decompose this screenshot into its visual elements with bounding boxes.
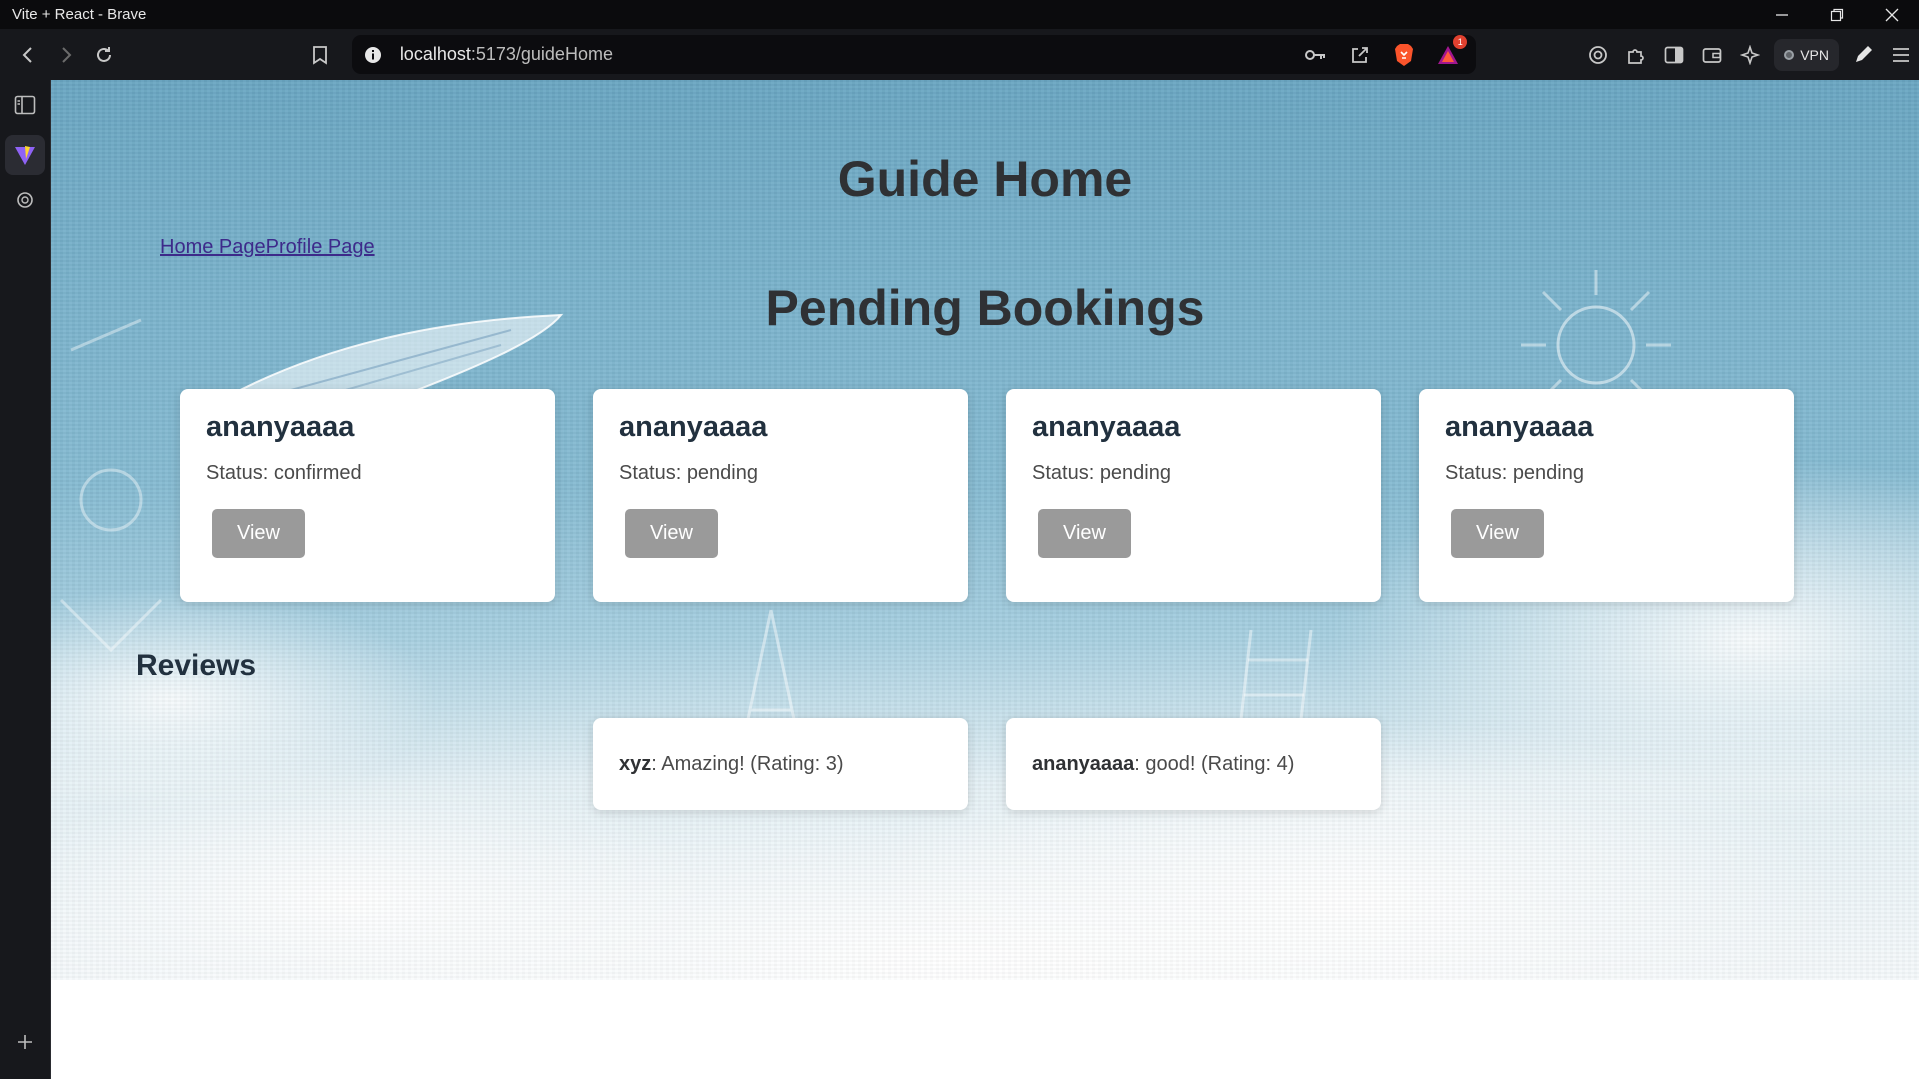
back-arrow-icon bbox=[22, 46, 32, 63]
window-title: Vite + React - Brave bbox=[12, 6, 147, 23]
reviews-title: Reviews bbox=[136, 649, 257, 682]
vite-logo-icon bbox=[15, 146, 35, 165]
sparkle-icon bbox=[1740, 44, 1761, 65]
brave-lion-icon bbox=[1395, 43, 1414, 66]
reload-button[interactable] bbox=[86, 37, 122, 73]
booking-cards: ananyaaaa Status: confirmed View ananyaa… bbox=[180, 389, 1794, 602]
share-icon bbox=[1352, 46, 1369, 63]
leo-ai-button[interactable] bbox=[1732, 37, 1768, 73]
review-cards: xyz: Amazing! (Rating: 3) ananyaaaa: goo… bbox=[593, 718, 1381, 810]
sidebar-add-button[interactable] bbox=[5, 1022, 45, 1062]
booking-user-name: ananyaaaa bbox=[1445, 411, 1594, 443]
view-booking-button[interactable]: View bbox=[1038, 509, 1131, 558]
view-booking-button[interactable]: View bbox=[625, 509, 718, 558]
wallet-icon bbox=[1702, 47, 1722, 63]
profile-page-link[interactable]: Profile Page bbox=[266, 236, 375, 258]
vpn-status-icon bbox=[1784, 49, 1795, 60]
review-card: xyz: Amazing! (Rating: 3) bbox=[593, 718, 968, 810]
forward-arrow-icon bbox=[62, 46, 72, 63]
booking-card: ananyaaaa Status: pending View bbox=[593, 389, 968, 602]
reload-icon bbox=[97, 46, 111, 62]
sidebar-panel-icon bbox=[1664, 46, 1684, 63]
wallet-button[interactable] bbox=[1694, 37, 1730, 73]
forward-button[interactable] bbox=[48, 37, 84, 73]
site-info-icon[interactable] bbox=[362, 44, 384, 66]
url-text[interactable]: localhost:5173/guideHome bbox=[400, 44, 1298, 65]
address-bar[interactable]: localhost:5173/guideHome 1 bbox=[351, 34, 1477, 74]
booking-card: ananyaaaa Status: confirmed View bbox=[180, 389, 555, 602]
page-viewport: Guide Home Home PageProfile Page Pending… bbox=[51, 80, 1919, 1079]
page-nav-links: Home PageProfile Page bbox=[160, 236, 375, 259]
vpn-button[interactable]: VPN bbox=[1774, 38, 1839, 71]
puzzle-icon bbox=[1628, 48, 1645, 64]
booking-user-name: ananyaaaa bbox=[619, 411, 768, 443]
minimize-button[interactable] bbox=[1754, 0, 1809, 29]
booking-status: Status: confirmed bbox=[206, 462, 362, 484]
booking-card: ananyaaaa Status: pending View bbox=[1419, 389, 1794, 602]
restore-icon bbox=[1830, 8, 1843, 21]
review-card: ananyaaaa: good! (Rating: 4) bbox=[1006, 718, 1381, 810]
restore-button[interactable] bbox=[1809, 0, 1864, 29]
share-button[interactable] bbox=[1342, 37, 1378, 73]
booking-status: Status: pending bbox=[1445, 462, 1584, 484]
customize-button[interactable] bbox=[1845, 37, 1881, 73]
extension-target-button[interactable] bbox=[1580, 37, 1616, 73]
hamburger-menu-icon bbox=[1893, 47, 1909, 62]
bookmark-button[interactable] bbox=[302, 37, 338, 73]
close-window-button[interactable] bbox=[1864, 0, 1919, 29]
target-icon bbox=[1589, 45, 1608, 64]
vpn-label: VPN bbox=[1800, 46, 1829, 63]
booking-status: Status: pending bbox=[1032, 462, 1171, 484]
back-button[interactable] bbox=[10, 37, 46, 73]
sidebar-item-chatgpt[interactable] bbox=[5, 180, 45, 220]
close-icon bbox=[1885, 8, 1898, 21]
home-page-link[interactable]: Home Page bbox=[160, 236, 266, 258]
main-menu-button[interactable] bbox=[1883, 37, 1919, 73]
review-author: ananyaaaa bbox=[1032, 752, 1135, 775]
window-titlebar: Vite + React - Brave bbox=[0, 0, 1919, 29]
minimize-icon bbox=[1775, 13, 1788, 16]
brave-rewards-button[interactable]: 1 bbox=[1430, 34, 1468, 73]
bookmark-icon bbox=[313, 45, 327, 65]
extensions-button[interactable] bbox=[1618, 37, 1654, 73]
view-booking-button[interactable]: View bbox=[1451, 509, 1544, 558]
review-text: : good! (Rating: 4) bbox=[1134, 752, 1295, 775]
page-title: Guide Home bbox=[837, 151, 1133, 207]
review-text: : Amazing! (Rating: 3) bbox=[651, 752, 844, 775]
browser-toolbar: localhost:5173/guideHome 1 VPN bbox=[0, 29, 1919, 80]
password-key-button[interactable] bbox=[1298, 37, 1334, 73]
plus-icon bbox=[18, 1035, 32, 1049]
pending-bookings-title: Pending Bookings bbox=[765, 280, 1205, 336]
sidebar-item-vite[interactable] bbox=[5, 135, 45, 175]
booking-card: ananyaaaa Status: pending View bbox=[1006, 389, 1381, 602]
openai-icon bbox=[17, 192, 33, 208]
notification-badge: 1 bbox=[1453, 34, 1468, 49]
pen-icon bbox=[1856, 45, 1872, 62]
booking-user-name: ananyaaaa bbox=[1032, 411, 1181, 443]
key-icon bbox=[1305, 49, 1326, 60]
panel-icon bbox=[14, 95, 36, 115]
booking-status: Status: pending bbox=[619, 462, 758, 484]
sidebar-panel-toggle[interactable] bbox=[5, 85, 45, 125]
browser-sidebar bbox=[0, 80, 51, 1079]
booking-user-name: ananyaaaa bbox=[206, 411, 355, 443]
sidebar-toggle-button[interactable] bbox=[1656, 37, 1692, 73]
brave-shields-button[interactable] bbox=[1386, 37, 1422, 73]
review-author: xyz bbox=[619, 752, 652, 775]
view-booking-button[interactable]: View bbox=[212, 509, 305, 558]
